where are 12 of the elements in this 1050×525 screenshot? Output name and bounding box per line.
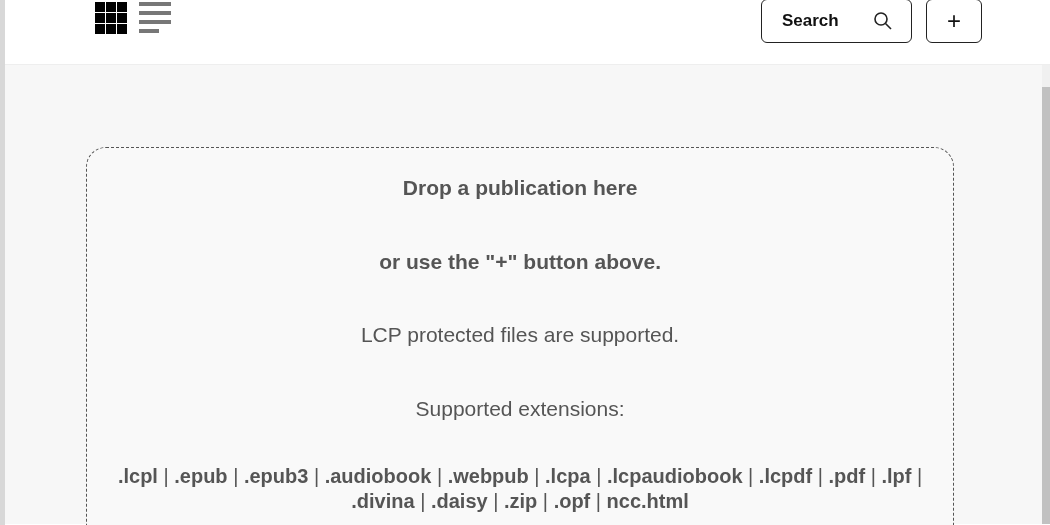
add-button[interactable]: + (926, 0, 982, 43)
extensions-list: .lcpl | .epub | .epub3 | .audiobook | .webpub | .lcpa | .lcpaudiobook | .lcpdf | .pdf | .lpf | .divina | .daisy | .zip | .opf | ncc.html (87, 464, 954, 514)
scrollbar[interactable] (1042, 65, 1050, 524)
drop-title: Drop a publication here (401, 175, 639, 201)
drop-subtitle: or use the "+" button above. (378, 248, 662, 275)
search-button[interactable]: Search (761, 0, 912, 43)
lcp-note: LCP protected files are supported. (359, 322, 681, 348)
search-icon (873, 11, 893, 31)
grid-view-icon[interactable] (93, 0, 129, 36)
drop-zone[interactable] (86, 147, 955, 525)
list-view-icon[interactable] (137, 0, 173, 36)
extensions-label: Supported extensions: (414, 395, 626, 422)
